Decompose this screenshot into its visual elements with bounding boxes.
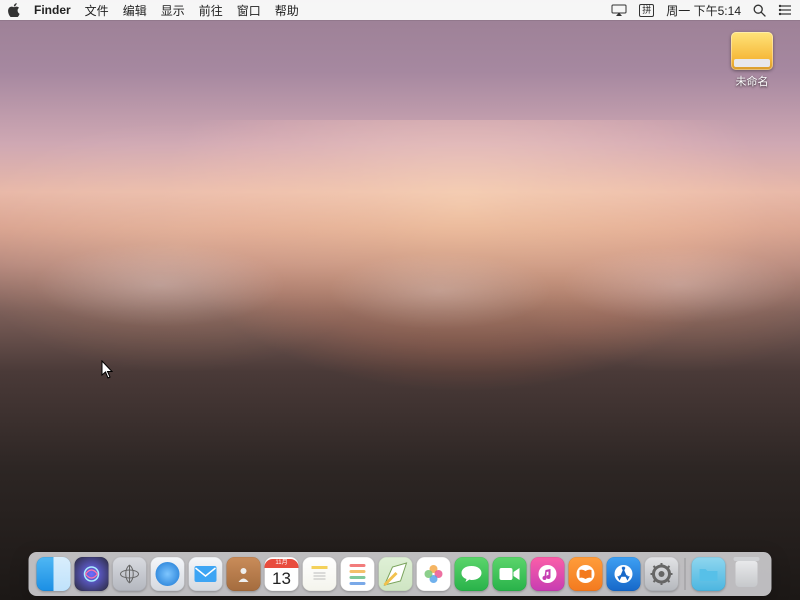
dock-appstore[interactable] (607, 557, 641, 591)
dock-siri[interactable] (75, 557, 109, 591)
dock-reminders[interactable] (341, 557, 375, 591)
dock-ibooks[interactable] (569, 557, 603, 591)
dock-contacts[interactable] (227, 557, 261, 591)
dock-separator (685, 558, 686, 590)
menu-file[interactable]: 文件 (85, 2, 109, 19)
trash-icon (736, 561, 758, 587)
apple-menu-icon[interactable] (8, 3, 20, 17)
menu-help[interactable]: 帮助 (275, 2, 299, 19)
dock-notes[interactable] (303, 557, 337, 591)
menu-app-name[interactable]: Finder (34, 3, 71, 17)
calendar-day: 13 (272, 568, 291, 590)
wallpaper-snow (0, 225, 800, 345)
menu-bar: Finder 文件 编辑 显示 前往 窗口 帮助 拼 周一 下午5:14 (0, 0, 800, 20)
dock-launchpad[interactable] (113, 557, 147, 591)
dock-messages[interactable] (455, 557, 489, 591)
menu-edit[interactable]: 编辑 (123, 2, 147, 19)
notification-center-icon[interactable] (778, 4, 792, 16)
dock-trash[interactable] (730, 557, 764, 591)
desktop[interactable]: Finder 文件 编辑 显示 前往 窗口 帮助 拼 周一 下午5:14 (0, 0, 800, 600)
dock-photos[interactable] (417, 557, 451, 591)
menu-go[interactable]: 前往 (199, 2, 223, 19)
dock-mail[interactable] (189, 557, 223, 591)
menu-window[interactable]: 窗口 (237, 2, 261, 19)
menu-view[interactable]: 显示 (161, 2, 185, 19)
airplay-icon[interactable] (611, 4, 627, 16)
desktop-drive[interactable]: 未命名 (722, 32, 782, 89)
dock-maps[interactable] (379, 557, 413, 591)
dock-downloads-folder[interactable] (692, 557, 726, 591)
calendar-month: 11月 (265, 559, 299, 568)
dock-system-preferences[interactable] (645, 557, 679, 591)
input-method-label: 拼 (639, 4, 654, 17)
drive-icon (731, 32, 773, 70)
drive-label: 未命名 (736, 73, 769, 89)
dock: 11月13 (29, 552, 772, 596)
dock-facetime[interactable] (493, 557, 527, 591)
dock-itunes[interactable] (531, 557, 565, 591)
spotlight-icon[interactable] (753, 4, 766, 17)
dock-calendar[interactable]: 11月13 (265, 557, 299, 591)
dock-safari[interactable] (151, 557, 185, 591)
input-method-icon[interactable]: 拼 (639, 4, 654, 17)
menu-clock[interactable]: 周一 下午5:14 (666, 2, 741, 19)
dock-finder[interactable] (37, 557, 71, 591)
